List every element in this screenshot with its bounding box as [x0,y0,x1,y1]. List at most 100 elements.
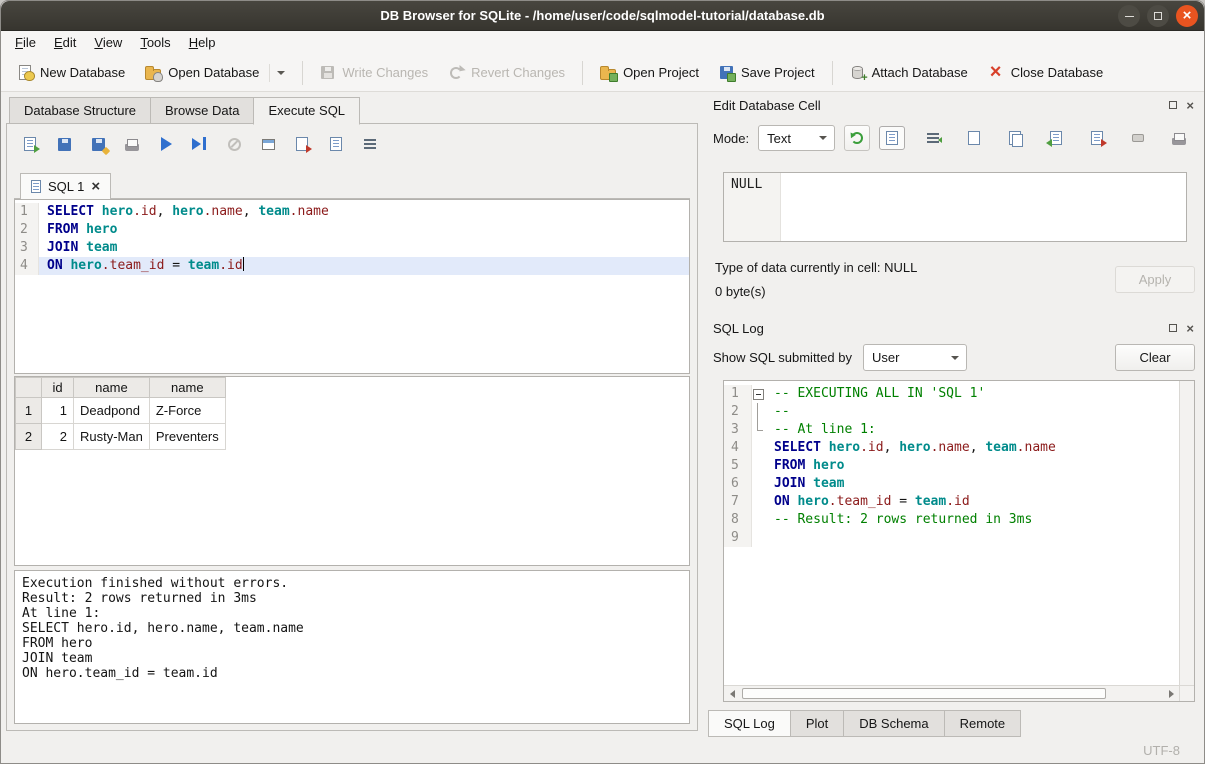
code-text: -- Result: 2 rows returned in 3ms [766,511,1179,529]
toolbar-button-label: Write Changes [342,65,428,80]
token-fld: .id [946,494,969,509]
auto-format-button[interactable] [326,134,346,154]
token-tbl: team [258,204,289,219]
line-number: 2 [724,403,752,421]
execute-current-line-button[interactable] [190,134,210,154]
title-bar[interactable]: DB Browser for SQLite - /home/user/code/… [1,1,1204,31]
close-window-button[interactable] [1176,5,1198,27]
open-query-tab-button[interactable] [258,134,278,154]
token-fld: .name [204,204,243,219]
new-content-button[interactable] [961,126,987,150]
close-dock-icon[interactable] [1186,324,1194,333]
auto-refresh-button[interactable] [844,125,870,151]
sql-editor[interactable]: 1SELECT hero.id, hero.name, team.name2FR… [14,199,690,374]
cell-action-icons [879,126,1192,150]
text-view-button[interactable] [879,126,905,150]
export-cell-button[interactable] [1084,126,1110,150]
tab-db-schema[interactable]: DB Schema [844,710,944,737]
new-database-button[interactable]: New Database [8,59,134,86]
copy-cell-button[interactable] [1002,126,1028,150]
row-number[interactable]: 1 [16,398,42,424]
open-sql-file-button[interactable] [20,134,40,154]
code-line: 4SELECT hero.id, hero.name, team.name [724,439,1179,457]
chevron-down-icon [819,136,827,140]
scrollbar-thumb[interactable] [742,688,1106,699]
menu-help[interactable]: Help [180,33,225,52]
open-project-button[interactable]: Open Project [591,59,708,86]
horizontal-scrollbar[interactable] [724,685,1179,701]
attach-database-button[interactable]: Attach Database [841,59,977,86]
save-project-button[interactable]: Save Project [710,59,824,86]
column-header[interactable]: name [74,378,150,398]
menu-tools[interactable]: Tools [131,33,179,52]
menu-edit[interactable]: Edit [45,33,85,52]
word-wrap-button[interactable] [920,126,946,150]
minimize-button[interactable] [1118,5,1140,27]
column-header[interactable]: name [149,378,225,398]
set-null-button[interactable] [1125,126,1151,150]
menu-view[interactable]: View [85,33,131,52]
sql-tab[interactable]: SQL 1 [20,173,111,199]
toggle-line-format-button[interactable] [360,134,380,154]
cell[interactable]: 2 [42,424,74,450]
text-view-icon [886,131,898,145]
tab-sql-log[interactable]: SQL Log [708,710,791,737]
clear-log-button[interactable]: Clear [1115,344,1195,371]
float-dock-icon[interactable] [1169,101,1177,109]
print-sql-button[interactable] [122,134,142,154]
save-sql-as-button[interactable] [88,134,108,154]
save-sql-file-button[interactable] [54,134,74,154]
close-dock-icon[interactable] [1186,101,1194,110]
close-database-button[interactable]: Close Database [979,59,1113,87]
open-query-tab-icon [262,139,275,150]
cell[interactable]: Deadpond [74,398,150,424]
import-cell-button[interactable] [1043,126,1069,150]
maximize-button[interactable] [1147,5,1169,27]
cell[interactable]: Preventers [149,424,225,450]
token-fld: .team_id [102,258,165,273]
token-kw: JOIN [47,240,78,255]
open-project-icon [600,69,616,80]
code-line: 1SELECT hero.id, hero.name, team.name [15,203,689,221]
tab-database-structure[interactable]: Database Structure [9,97,150,124]
print-cell-button[interactable] [1166,126,1192,150]
close-tab-icon[interactable] [91,181,100,193]
submitted-by-select[interactable]: User [863,344,967,371]
vertical-scrollbar[interactable] [1179,381,1194,685]
toolbar-button-label: Save Project [741,65,815,80]
cell-editor[interactable]: NULL [723,172,1187,242]
tab-plot[interactable]: Plot [791,710,844,737]
tab-execute-sql[interactable]: Execute SQL [253,97,360,125]
code-text: FROM hero [766,457,1179,475]
tab-remote[interactable]: Remote [945,710,1022,737]
open-database-button[interactable]: Open Database [136,58,294,88]
token-fld: .id [860,440,883,455]
column-header[interactable]: id [42,378,74,398]
encoding-indicator: UTF-8 [1143,743,1180,758]
token-kw: ON [774,494,790,509]
tab-browse-data[interactable]: Browse Data [150,97,253,124]
mode-select[interactable]: Text [758,125,835,151]
cell-value: NULL [731,177,762,192]
code-line: 2-- [724,403,1179,421]
fold-column [752,529,766,547]
fold-column [752,403,766,421]
export-results-button[interactable] [292,134,312,154]
code-line: 4ON hero.team_id = team.id [15,257,689,275]
token-pl [94,204,102,219]
cell[interactable]: Z-Force [149,398,225,424]
cell[interactable]: 1 [42,398,74,424]
float-dock-icon[interactable] [1169,324,1177,332]
fold-marker-icon[interactable] [752,385,766,403]
scroll-left-button[interactable] [724,686,740,701]
token-fld: .name [290,204,329,219]
execute-all-button[interactable] [156,134,176,154]
code-line: 2FROM hero [15,221,689,239]
menu-file[interactable]: File [6,33,45,52]
row-number[interactable]: 2 [16,424,42,450]
toolbar-button-label: Revert Changes [471,65,565,80]
scroll-right-button[interactable] [1163,686,1179,701]
minimize-icon [1125,16,1134,17]
results-header-row: idnamename [16,378,226,398]
cell[interactable]: Rusty-Man [74,424,150,450]
